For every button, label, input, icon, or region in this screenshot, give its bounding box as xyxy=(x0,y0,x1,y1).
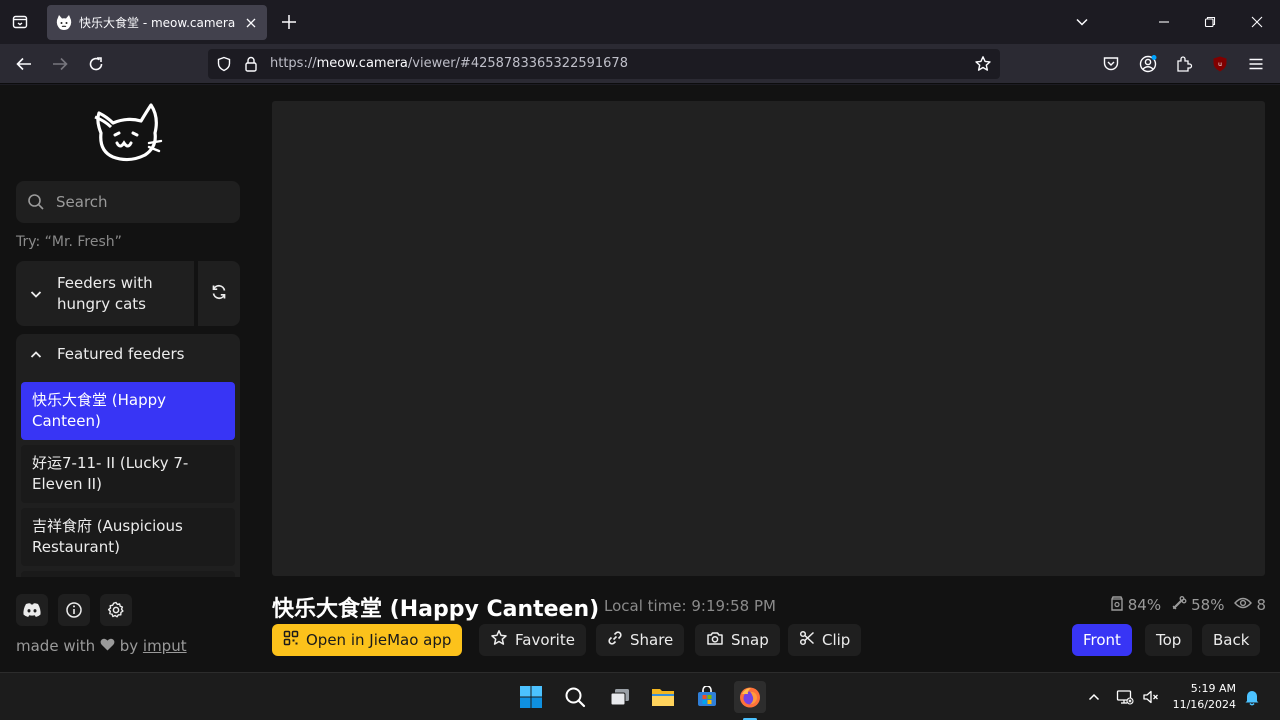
category-featured-label: Featured feeders xyxy=(57,345,185,363)
pocket-icon[interactable] xyxy=(1100,53,1122,75)
firefox-taskbar-icon[interactable] xyxy=(734,681,766,713)
discord-icon[interactable] xyxy=(16,594,48,626)
snap-button[interactable]: Snap xyxy=(695,624,780,656)
meow-camera-logo[interactable] xyxy=(93,103,163,165)
made-with-credit: made with by imput xyxy=(16,637,187,655)
link-icon xyxy=(607,630,623,650)
close-window-icon[interactable] xyxy=(1247,12,1267,32)
list-all-tabs-icon[interactable] xyxy=(1072,12,1092,32)
microsoft-store-icon[interactable] xyxy=(691,681,723,713)
treat-icon xyxy=(1171,595,1187,615)
star-icon xyxy=(490,629,508,651)
close-tab-icon[interactable] xyxy=(243,15,259,31)
feeder-title: 快乐大食堂 (Happy Canteen) xyxy=(272,597,600,622)
camera-front-button[interactable]: Front xyxy=(1072,624,1132,656)
viewer-count-stat: 8 xyxy=(1234,596,1266,614)
feeder-item-happy-canteen[interactable]: 快乐大食堂 (Happy Canteen) xyxy=(21,382,235,440)
lock-icon[interactable] xyxy=(244,56,258,76)
notification-bell-icon[interactable] xyxy=(1240,681,1264,713)
address-bar[interactable]: https://meow.camera/viewer/#425878336532… xyxy=(208,49,1000,79)
extensions-icon[interactable] xyxy=(1173,53,1195,75)
feeder-item-auspicious-restaurant[interactable]: 吉祥食府 (Auspicious Restaurant) xyxy=(21,508,235,566)
feeder-stats: 84% 58% 8 xyxy=(1110,595,1266,615)
tab-title: 快乐大食堂 - meow.camera xyxy=(79,16,236,30)
ublock-origin-icon[interactable]: u xyxy=(1209,53,1231,75)
task-view-icon[interactable] xyxy=(604,681,636,713)
favorite-button[interactable]: Favorite xyxy=(479,624,586,656)
restore-icon[interactable] xyxy=(1200,12,1220,32)
search-box[interactable] xyxy=(16,181,240,223)
windows-start-icon[interactable] xyxy=(515,681,547,713)
search-hint: Try: “Mr. Fresh” xyxy=(16,234,122,250)
camera-icon xyxy=(706,630,724,650)
food-bag-icon xyxy=(1110,595,1124,615)
tab-list-icon[interactable] xyxy=(8,10,32,34)
navigation-toolbar: https://meow.camera/viewer/#425878336532… xyxy=(0,44,1280,84)
minimize-icon[interactable] xyxy=(1154,12,1174,32)
local-time: Local time: 9:19:58 PM xyxy=(604,597,776,615)
chevron-down-icon xyxy=(28,286,44,306)
url-text: https://meow.camera/viewer/#425878336532… xyxy=(270,56,628,71)
treat-level-stat: 58% xyxy=(1171,595,1224,615)
clock-time: 5:19 AM xyxy=(1190,682,1236,695)
clip-button[interactable]: Clip xyxy=(788,624,862,656)
qr-code-icon xyxy=(283,630,299,650)
share-button[interactable]: Share xyxy=(596,624,685,656)
camera-video-player[interactable] xyxy=(272,101,1265,576)
category-hungry-label: Feeders with hungry cats xyxy=(57,274,153,313)
settings-gear-icon[interactable] xyxy=(100,594,132,626)
show-hidden-icons-chevron-icon[interactable] xyxy=(1082,681,1106,713)
category-featured-feeders[interactable]: Featured feeders xyxy=(16,334,240,376)
browser-tab[interactable]: 快乐大食堂 - meow.camera xyxy=(47,5,267,40)
chevron-up-icon xyxy=(28,347,44,367)
open-in-jiemao-app-button[interactable]: Open in JieMao app xyxy=(272,624,463,656)
sidebar: Try: “Mr. Fresh” Feeders with hungry cat… xyxy=(0,85,256,672)
shield-icon[interactable] xyxy=(216,56,232,76)
category-hungry-cats[interactable]: Feeders with hungry cats xyxy=(16,261,194,326)
food-level-stat: 84% xyxy=(1110,595,1161,615)
taskbar-clock[interactable]: 5:19 AM 11/16/2024 xyxy=(1173,681,1236,713)
eye-icon xyxy=(1234,596,1253,614)
refresh-icon xyxy=(210,283,228,305)
search-icon xyxy=(27,193,45,215)
new-tab-icon[interactable] xyxy=(279,12,299,32)
svg-text:u: u xyxy=(1218,61,1222,68)
refresh-button[interactable] xyxy=(198,261,240,326)
forward-arrow-icon[interactable] xyxy=(49,53,71,75)
camera-top-button[interactable]: Top xyxy=(1145,624,1193,656)
feeder-item-next[interactable] xyxy=(21,571,235,577)
heart-icon xyxy=(100,637,115,655)
info-icon[interactable] xyxy=(58,594,90,626)
clock-date: 11/16/2024 xyxy=(1172,698,1236,711)
account-icon[interactable] xyxy=(1137,53,1159,75)
imput-link[interactable]: imput xyxy=(143,637,187,655)
bookmark-star-icon[interactable] xyxy=(974,55,992,77)
volume-muted-icon[interactable] xyxy=(1139,681,1163,713)
network-icon[interactable] xyxy=(1113,681,1137,713)
feeder-item-lucky-7-eleven[interactable]: 好运7-11- II (Lucky 7- Eleven II) xyxy=(21,445,235,503)
tab-bar: 快乐大食堂 - meow.camera xyxy=(0,0,1280,44)
cat-favicon-icon xyxy=(55,14,73,32)
back-arrow-icon[interactable] xyxy=(13,53,35,75)
sidebar-footer-buttons xyxy=(16,594,132,626)
camera-back-button[interactable]: Back xyxy=(1202,624,1261,656)
menu-hamburger-icon[interactable] xyxy=(1245,53,1267,75)
scissors-icon xyxy=(799,630,815,650)
file-explorer-icon[interactable] xyxy=(647,681,679,713)
feeder-list: 快乐大食堂 (Happy Canteen) 好运7-11- II (Lucky … xyxy=(16,376,240,577)
reload-icon[interactable] xyxy=(85,53,107,75)
page-content: Try: “Mr. Fresh” Feeders with hungry cat… xyxy=(0,85,1280,672)
search-input[interactable] xyxy=(56,181,234,223)
windows-taskbar: 5:19 AM 11/16/2024 xyxy=(0,672,1280,720)
taskbar-search-icon[interactable] xyxy=(559,681,591,713)
